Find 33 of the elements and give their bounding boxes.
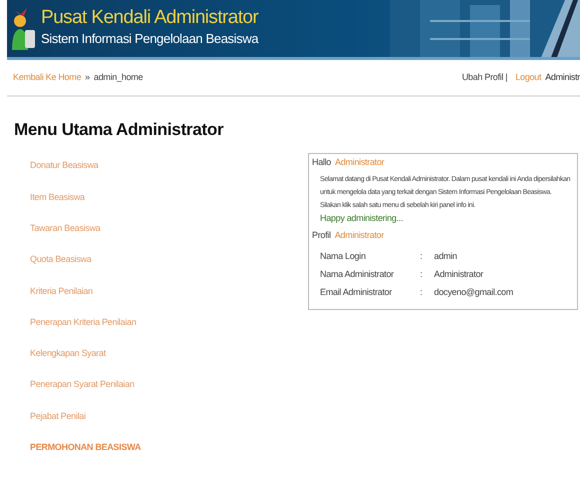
greeting-label: Hallo	[312, 156, 332, 168]
field-label: Email Administrator	[320, 286, 393, 298]
field-separator: :	[420, 286, 424, 298]
menu-link[interactable]: Pejabat Penilai	[30, 400, 308, 432]
menu-link[interactable]: Penerapan Syarat Penilaian	[30, 370, 308, 401]
field-value: admin	[434, 250, 458, 262]
closing-text: Happy administering...	[320, 212, 404, 225]
user-name: Administr	[545, 70, 580, 84]
menu-link[interactable]: Item Beasiswa	[30, 182, 308, 214]
menu-link[interactable]: Donatur Beasiswa	[30, 150, 308, 182]
field-separator: :	[420, 250, 424, 262]
profile-name: Administrator	[334, 229, 384, 242]
profile-label: Profil	[312, 229, 331, 242]
menu-link[interactable]: Penerapan Kriteria Penilaian	[30, 306, 308, 338]
breadcrumb-separator: »	[85, 70, 90, 84]
menu-link[interactable]: Kriteria Penilaian	[30, 276, 308, 307]
logout-link[interactable]: Logout	[515, 70, 542, 84]
field-separator: :	[420, 268, 424, 280]
header-title: Pusat Kendali Administrator	[41, 8, 258, 30]
menu-link[interactable]: Kelengkapan Syarat	[30, 338, 308, 370]
field-label: Nama Administrator	[320, 268, 395, 280]
field-label: Nama Login	[320, 250, 367, 263]
breadcrumb-current: admin_home	[94, 70, 143, 84]
menu-link[interactable]: Tawaran Beasiswa	[30, 213, 308, 244]
greeting-name: Administrator	[335, 156, 384, 168]
home-link[interactable]: Kembali Ke Home	[13, 70, 82, 84]
menu-link[interactable]: Quota Beasiswa	[30, 244, 308, 276]
edit-profile-link[interactable]: Ubah Profil |	[462, 70, 508, 84]
page-title: Menu Utama Administrator	[14, 119, 224, 141]
field-value: docyeno@gmail.com	[434, 286, 514, 299]
header-subtitle: Sistem Informasi Pengelolaan Beasiswa	[41, 30, 258, 48]
field-value: Administrator	[434, 268, 484, 280]
menu-link[interactable]: PERMOHONAN BEASISWA	[30, 432, 308, 464]
